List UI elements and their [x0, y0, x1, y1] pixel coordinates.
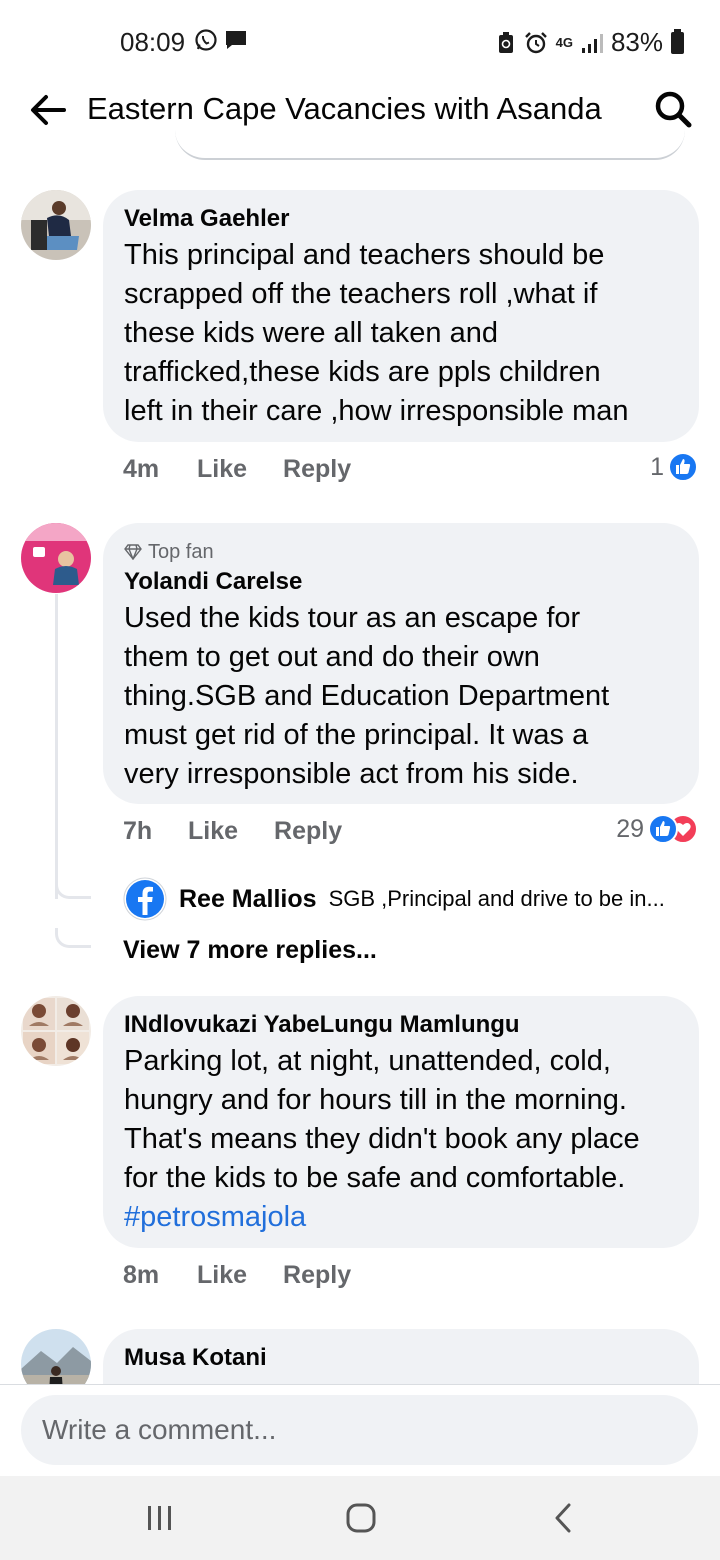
comment-text: This principal and teachers should be sc…	[124, 236, 677, 431]
comment-author[interactable]: INdlovukazi YabeLungu Mamlungu	[124, 1008, 677, 1042]
reaction-summary[interactable]: 29	[616, 814, 698, 844]
alarm-icon	[524, 31, 547, 53]
comment-line: very irresponsible act from his side.	[124, 758, 579, 790]
recent-apps-icon	[148, 1506, 171, 1530]
comment-input[interactable]: Write a comment...	[21, 1395, 698, 1465]
home-icon	[346, 1503, 376, 1533]
like-button[interactable]: Like	[197, 1261, 247, 1290]
avatar-image	[21, 996, 91, 1066]
status-right-icons: 4G 83%	[496, 27, 684, 58]
comment-line: them to get out and do their own	[124, 641, 540, 673]
reaction-count: 1	[650, 452, 664, 481]
comment-author[interactable]: Musa Kotani	[124, 1341, 677, 1375]
status-time: 08:09	[120, 27, 186, 57]
comment-time[interactable]: 8m	[123, 1261, 197, 1290]
badge-label: Top fan	[148, 541, 214, 563]
search-button[interactable]	[650, 86, 698, 134]
reply-preview[interactable]: Ree Mallios SGB ,Principal and drive to …	[123, 877, 665, 921]
back-button[interactable]	[24, 86, 72, 134]
like-button[interactable]: Like	[197, 455, 247, 484]
avatar[interactable]	[21, 190, 91, 260]
reply-button[interactable]: Reply	[274, 817, 342, 846]
arrow-left-icon	[31, 95, 66, 125]
like-button[interactable]: Like	[188, 817, 238, 846]
avatar[interactable]	[21, 523, 91, 593]
comment-bubble[interactable]: Top fan Yolandi Carelse Used the kids to…	[103, 523, 699, 804]
search-icon	[655, 91, 692, 128]
reaction-summary[interactable]: 1	[650, 452, 698, 482]
reply-button[interactable]: Reply	[283, 1261, 351, 1290]
hashtag-link[interactable]: #petrosmajola	[124, 1201, 306, 1233]
comment-line: left in their care ,how irresponsible ma…	[124, 395, 629, 427]
top-fan-badge: Top fan	[124, 539, 677, 565]
view-more-replies[interactable]: View 7 more replies...	[123, 936, 377, 965]
comment-actions: 4m Like Reply	[123, 455, 351, 484]
whatsapp-icon	[195, 29, 217, 51]
comment-bubble[interactable]: Velma Gaehler This principal and teacher…	[103, 190, 699, 442]
status-notification-icons	[194, 28, 248, 52]
message-icon	[226, 31, 246, 49]
comment-line: Parking lot, at night, unattended, cold,	[124, 1045, 611, 1077]
comment-line: trafficked,these kids are ppls children	[124, 356, 601, 388]
comment-line: thing.SGB and Education Department	[124, 680, 610, 712]
comment-time[interactable]: 7h	[123, 817, 188, 846]
comment-author[interactable]: Velma Gaehler	[124, 202, 677, 236]
battery-percent: 83%	[610, 27, 663, 57]
like-love-reaction-icons	[648, 814, 698, 844]
avatar[interactable]	[21, 996, 91, 1066]
comment-time[interactable]: 4m	[123, 455, 197, 484]
comment-line: hungry and for hours till in the morning…	[124, 1084, 627, 1116]
recent-apps-button[interactable]	[130, 1496, 190, 1540]
reply-author[interactable]: Ree Mallios	[179, 885, 317, 914]
comment-line: these kids were all taken and	[124, 317, 498, 349]
comment-line: That's means they didn't book any place	[124, 1123, 640, 1155]
previous-comment-edge	[175, 130, 685, 160]
system-nav-bar	[0, 1476, 720, 1560]
reply-button[interactable]: Reply	[283, 455, 351, 484]
comment-line: This principal and teachers should be	[124, 239, 605, 271]
network-type: 4G	[555, 35, 573, 50]
avatar-image	[21, 190, 91, 260]
comment-actions: 7h Like Reply	[123, 817, 342, 846]
back-nav-button[interactable]	[533, 1496, 593, 1540]
like-reaction-icon	[668, 452, 698, 482]
comment-line: Used the kids tour as an escape for	[124, 602, 581, 634]
signal-icon	[581, 33, 603, 53]
avatar-image	[21, 523, 91, 593]
facebook-avatar-icon	[123, 877, 167, 921]
battery-saver-icon	[498, 31, 513, 53]
comment-bubble[interactable]: INdlovukazi YabeLungu Mamlungu Parking l…	[103, 996, 699, 1248]
reply-text: SGB ,Principal and drive to be in...	[328, 886, 665, 911]
page-title: Eastern Cape Vacancies with Asanda	[87, 91, 602, 126]
status-bar: 08:09 4G 83%	[0, 0, 720, 80]
comment-author[interactable]: Yolandi Carelse	[124, 565, 677, 599]
reaction-count: 29	[616, 814, 644, 843]
thread-branch	[55, 879, 91, 899]
comment-actions: 8m Like Reply	[123, 1261, 351, 1290]
thread-line	[55, 594, 58, 899]
thread-branch	[55, 928, 91, 948]
comment-composer-bar: Write a comment...	[0, 1384, 720, 1476]
home-button[interactable]	[331, 1496, 391, 1540]
comment-line: scrapped off the teachers roll ,what if	[124, 278, 598, 310]
chevron-left-icon	[555, 1503, 571, 1533]
comment-line: for the kids to be safe and comfortable.	[124, 1162, 626, 1194]
battery-icon	[671, 28, 684, 54]
comment-line: must get rid of the principal. It was a	[124, 719, 589, 751]
diamond-icon	[124, 544, 142, 560]
comment-text: Parking lot, at night, unattended, cold,…	[124, 1042, 677, 1237]
comment-text: Used the kids tour as an escape for them…	[124, 599, 677, 794]
